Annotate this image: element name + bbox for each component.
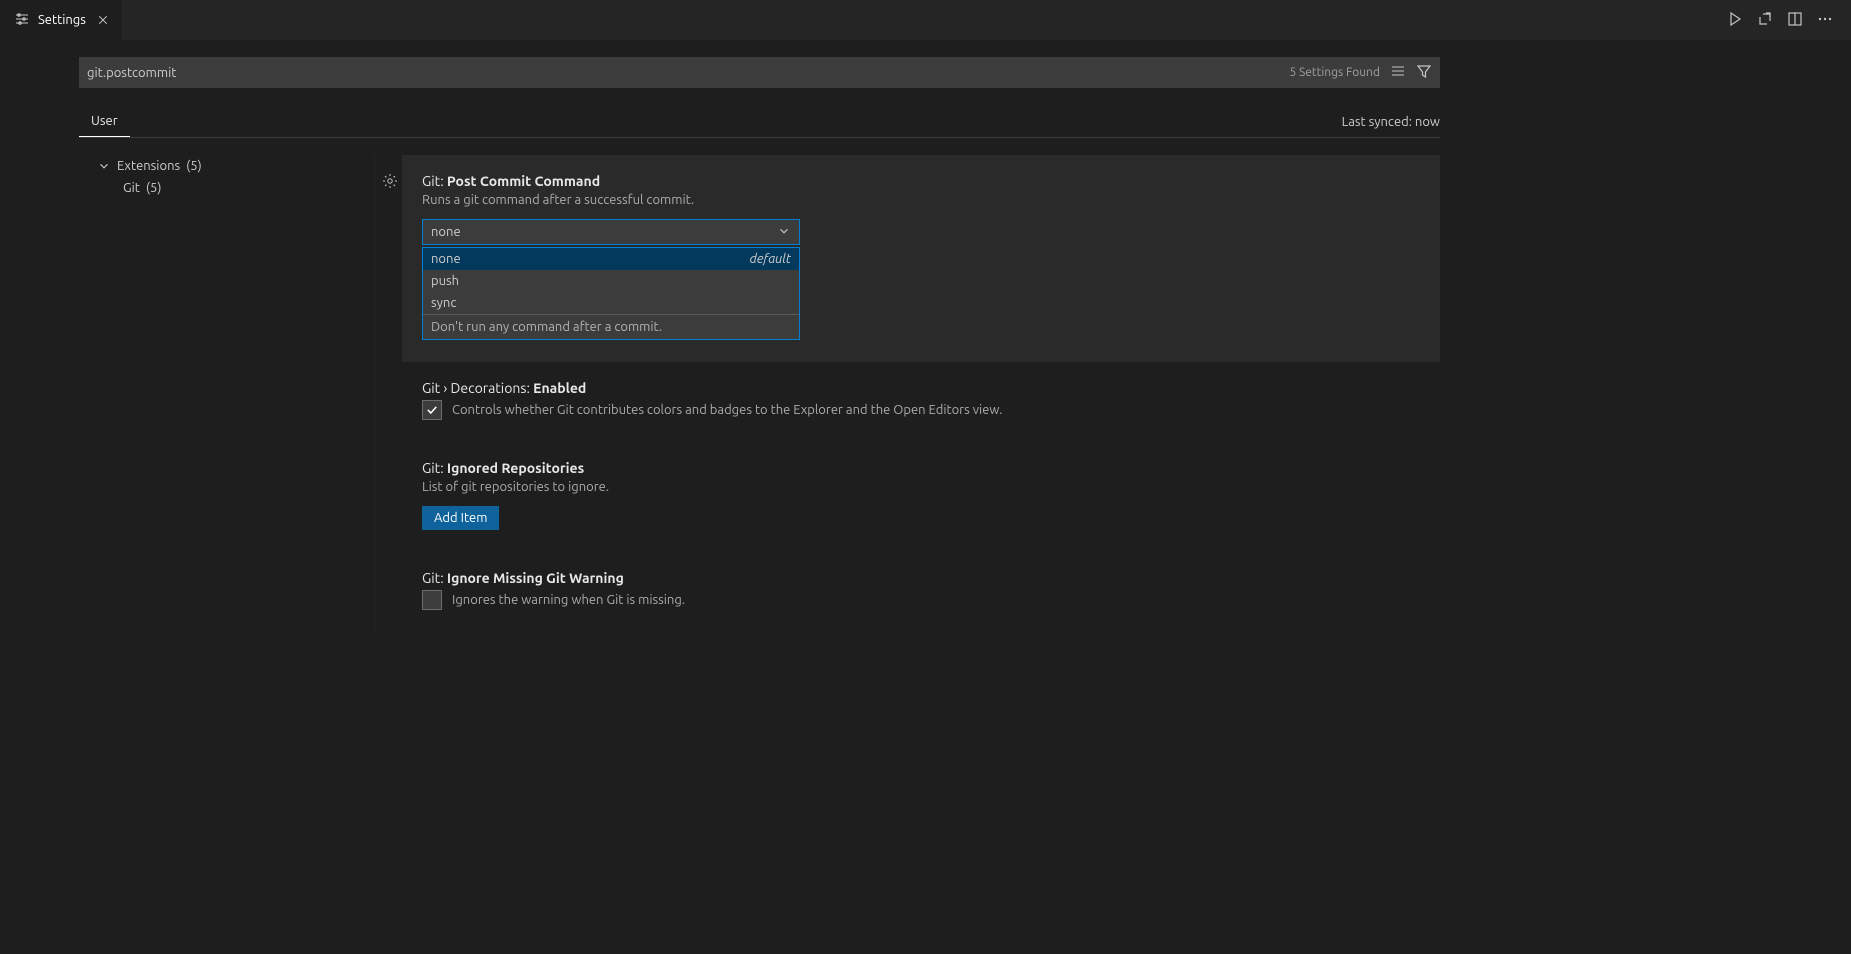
dropdown-hint: Don't run any command after a commit.: [423, 315, 799, 339]
tab-bar: Settings: [0, 0, 1851, 40]
setting-post-commit-command: Git: Post Commit Command Runs a git comm…: [402, 155, 1440, 362]
sync-status: Last synced: now: [1342, 115, 1440, 129]
more-icon[interactable]: [1817, 11, 1833, 30]
gear-icon[interactable]: [382, 173, 398, 192]
results-count: 5 Settings Found: [1289, 66, 1380, 79]
settings-tree: Extensions (5) Git (5): [0, 155, 374, 632]
search-input[interactable]: [79, 57, 1440, 88]
settings-tab-icon: [14, 11, 30, 30]
run-icon[interactable]: [1727, 11, 1743, 30]
setting-description: Runs a git command after a successful co…: [422, 193, 1420, 207]
setting-title: Git: Ignored Repositories: [422, 460, 1420, 476]
dropdown-option-push[interactable]: push: [423, 270, 799, 292]
checkbox-ignore-missing[interactable]: [422, 590, 442, 610]
setting-title: Git: Post Commit Command: [422, 173, 1420, 189]
scope-row: User Last synced: now: [79, 106, 1440, 138]
tree-label: Extensions: [117, 159, 180, 173]
open-json-icon[interactable]: [1757, 11, 1773, 30]
setting-title: Git: Ignore Missing Git Warning: [422, 570, 1420, 586]
setting-description: List of git repositories to ignore.: [422, 480, 1420, 494]
add-item-button[interactable]: Add Item: [422, 506, 499, 530]
tree-count: (5): [146, 181, 162, 195]
setting-decorations-enabled: Git › Decorations: Enabled Controls whet…: [402, 362, 1440, 442]
settings-list: Git: Post Commit Command Runs a git comm…: [378, 155, 1851, 632]
select-post-commit[interactable]: none: [422, 219, 800, 245]
settings-content: 5 Settings Found User Last synced: now E…: [0, 40, 1851, 632]
setting-description: Ignores the warning when Git is missing.: [452, 593, 685, 607]
close-icon[interactable]: [94, 11, 112, 29]
tab-title: Settings: [38, 13, 86, 27]
search-status: 5 Settings Found: [1289, 57, 1432, 88]
tree-count: (5): [186, 159, 202, 173]
scope-user-tab[interactable]: User: [79, 106, 130, 137]
select-dropdown: none default push sync Don't run any com…: [422, 247, 800, 340]
tree-item-git[interactable]: Git (5): [79, 177, 374, 199]
tree-item-extensions[interactable]: Extensions (5): [79, 155, 374, 177]
select-value: none: [431, 225, 461, 239]
dropdown-option-sync[interactable]: sync: [423, 292, 799, 314]
tree-label: Git: [123, 181, 140, 195]
setting-description: Controls whether Git contributes colors …: [452, 403, 1002, 417]
clear-search-icon[interactable]: [1390, 63, 1406, 82]
chevron-down-icon: [97, 159, 111, 173]
chevron-down-icon: [777, 224, 791, 241]
setting-title: Git › Decorations: Enabled: [422, 380, 1420, 396]
checkbox-decorations[interactable]: [422, 400, 442, 420]
setting-ignore-missing-git-warning: Git: Ignore Missing Git Warning Ignores …: [402, 552, 1440, 632]
filter-icon[interactable]: [1416, 63, 1432, 82]
split-editor-icon[interactable]: [1787, 11, 1803, 30]
setting-ignored-repositories: Git: Ignored Repositories List of git re…: [402, 442, 1440, 552]
editor-actions: [1727, 0, 1851, 40]
divider[interactable]: [374, 155, 378, 632]
tab-settings[interactable]: Settings: [0, 0, 123, 40]
dropdown-option-none[interactable]: none default: [423, 248, 799, 270]
